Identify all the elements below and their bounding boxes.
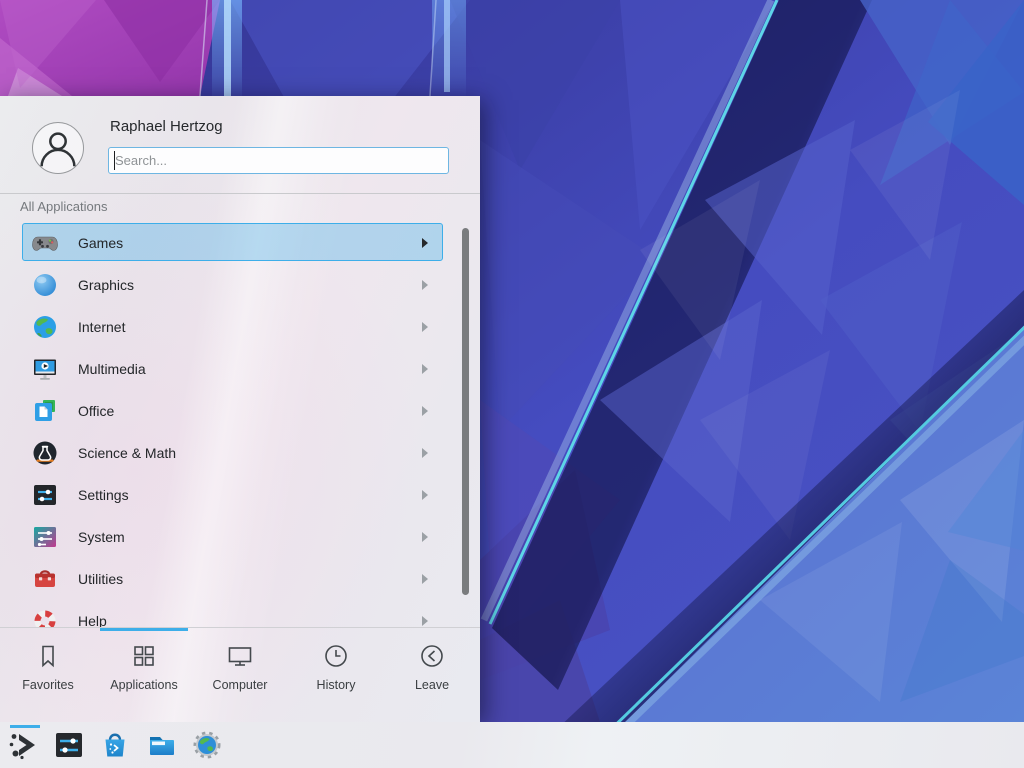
chevron-right-icon [422, 280, 428, 290]
tab-label: History [317, 678, 356, 692]
internet-icon [31, 313, 59, 341]
office-icon [31, 397, 59, 425]
kde-launcher-icon [7, 729, 39, 761]
category-label: Help [78, 600, 107, 627]
category-help[interactable]: Help [0, 600, 480, 627]
tab-label: Computer [213, 678, 268, 692]
category-label: Science & Math [78, 432, 176, 474]
history-icon [323, 643, 349, 669]
launcher-tabbar: Favorites Applications Computer [0, 627, 480, 722]
tab-label: Applications [110, 678, 177, 692]
desktop: Raphael Hertzog All Applications [0, 0, 1024, 768]
app-launcher-button[interactable] [2, 725, 44, 765]
chevron-right-icon [422, 364, 428, 374]
tab-leave[interactable]: Leave [384, 628, 480, 722]
text-caret [114, 151, 115, 170]
chevron-right-icon [422, 616, 428, 626]
category-internet[interactable]: Internet [0, 306, 480, 348]
section-label: All Applications [20, 199, 107, 214]
category-science-math[interactable]: Science & Math [0, 432, 480, 474]
computer-icon [227, 643, 253, 669]
taskbar: ES 7:03 PM 4/24/2 [0, 722, 1024, 768]
category-office[interactable]: Office [0, 390, 480, 432]
category-label: Graphics [78, 264, 134, 306]
chevron-right-icon [422, 574, 428, 584]
graphics-icon [31, 271, 59, 299]
globe-gear-icon [191, 729, 223, 761]
system-icon [31, 523, 59, 551]
category-list: Games Graphics [0, 222, 480, 627]
category-label: Office [78, 390, 114, 432]
chevron-right-icon [422, 490, 428, 500]
search-input[interactable] [108, 147, 449, 174]
category-label: Internet [78, 306, 125, 348]
chevron-right-icon [422, 322, 428, 332]
web-browser-button[interactable] [186, 725, 228, 765]
system-settings-button[interactable] [48, 725, 90, 765]
category-multimedia[interactable]: Multimedia [0, 348, 480, 390]
file-manager-button[interactable] [140, 725, 182, 765]
chevron-right-icon [422, 532, 428, 542]
list-scrollbar[interactable] [462, 228, 469, 595]
tab-label: Leave [415, 678, 449, 692]
chevron-right-icon [422, 448, 428, 458]
application-launcher: Raphael Hertzog All Applications [0, 96, 480, 722]
chevron-right-icon [422, 406, 428, 416]
folder-icon [145, 729, 177, 761]
multimedia-icon [31, 355, 59, 383]
category-games[interactable]: Games [0, 222, 480, 264]
discover-icon [99, 729, 131, 761]
category-label: Settings [78, 474, 129, 516]
tab-label: Favorites [22, 678, 73, 692]
favorites-icon [35, 643, 61, 669]
tab-history[interactable]: History [288, 628, 384, 722]
category-label: System [78, 516, 125, 558]
games-icon [31, 229, 59, 257]
category-utilities[interactable]: Utilities [0, 558, 480, 600]
utilities-icon [31, 565, 59, 593]
category-graphics[interactable]: Graphics [0, 264, 480, 306]
category-label: Games [78, 222, 123, 264]
active-launcher-indicator [10, 725, 40, 728]
settings-icon [31, 481, 59, 509]
science-icon [31, 439, 59, 467]
chevron-right-icon [422, 238, 428, 248]
category-settings[interactable]: Settings [0, 474, 480, 516]
tab-favorites[interactable]: Favorites [0, 628, 96, 722]
user-avatar[interactable] [32, 122, 84, 174]
tab-applications[interactable]: Applications [96, 628, 192, 722]
category-system[interactable]: System [0, 516, 480, 558]
user-icon [33, 123, 83, 173]
discover-button[interactable] [94, 725, 136, 765]
category-label: Multimedia [78, 348, 146, 390]
category-label: Utilities [78, 558, 123, 600]
header-separator [0, 193, 480, 194]
active-tab-indicator [100, 628, 188, 631]
applications-icon [131, 643, 157, 669]
help-icon [31, 607, 59, 627]
search-field[interactable] [108, 147, 449, 174]
user-name: Raphael Hertzog [110, 118, 223, 135]
leave-icon [419, 643, 445, 669]
tab-computer[interactable]: Computer [192, 628, 288, 722]
system-settings-icon [53, 729, 85, 761]
